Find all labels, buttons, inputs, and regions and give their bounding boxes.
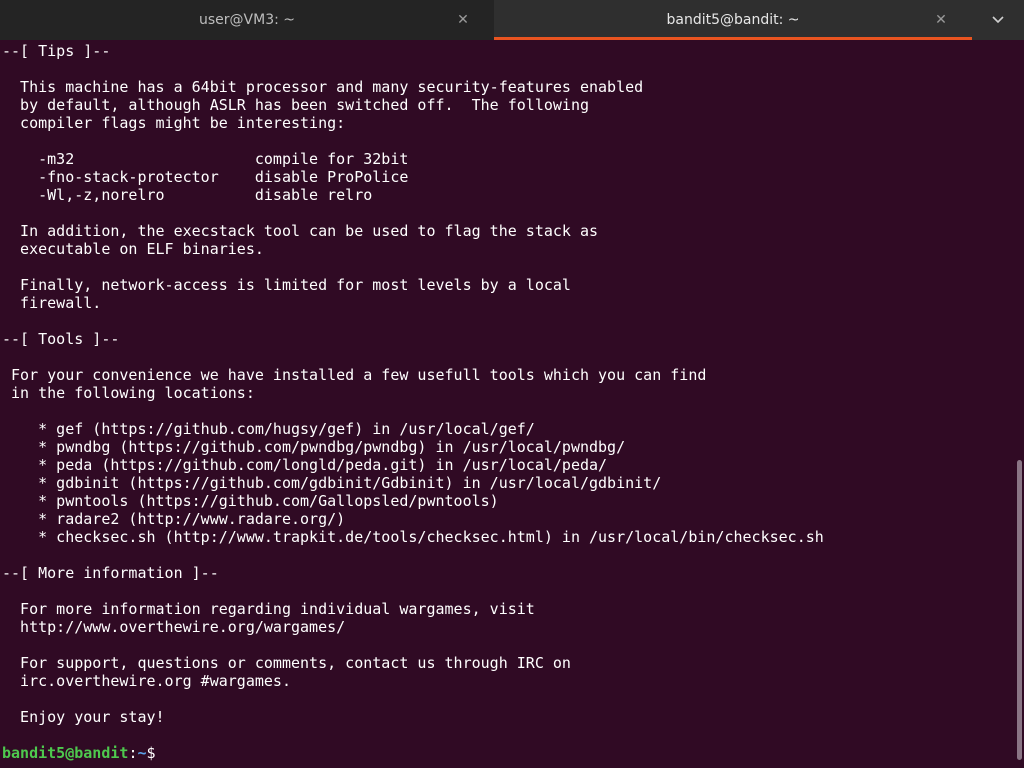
terminal-line: compiler flags might be interesting: xyxy=(2,114,346,132)
terminal-line: In addition, the execstack tool can be u… xyxy=(2,222,599,240)
terminal-line: -m32 compile for 32bit xyxy=(2,150,409,168)
terminal-output[interactable]: --[ Tips ]-- This machine has a 64bit pr… xyxy=(0,40,1014,768)
terminal-line: Finally, network-access is limited for m… xyxy=(2,276,571,294)
tab-bar: user@VM3: ~ ✕ bandit5@bandit: ~ ✕ xyxy=(0,0,1024,40)
terminal-line: -Wl,-z,norelro disable relro xyxy=(2,186,373,204)
terminal-line: * pwndbg (https://github.com/pwndbg/pwnd… xyxy=(2,438,626,456)
terminal-line: For more information regarding individua… xyxy=(2,600,535,618)
terminal-window: user@VM3: ~ ✕ bandit5@bandit: ~ ✕ --[ Ti… xyxy=(0,0,1024,768)
tab-title: bandit5@bandit: ~ xyxy=(666,12,800,28)
chevron-down-icon xyxy=(992,16,1004,24)
terminal-line: For your convenience we have installed a… xyxy=(2,366,707,384)
terminal-text: --[ Tips ]-- This machine has a 64bit pr… xyxy=(2,42,824,762)
tab-user-vm3[interactable]: user@VM3: ~ ✕ xyxy=(0,0,494,40)
close-icon[interactable]: ✕ xyxy=(932,11,950,29)
terminal-line: * gdbinit (https://github.com/gdbinit/Gd… xyxy=(2,474,662,492)
prompt-path: ~ xyxy=(137,744,147,762)
terminal-line: executable on ELF binaries. xyxy=(2,240,264,258)
terminal-line: * radare2 (http://www.radare.org/) xyxy=(2,510,346,528)
terminal-line: irc.overthewire.org #wargames. xyxy=(2,672,291,690)
tab-title: user@VM3: ~ xyxy=(199,12,295,28)
tab-menu-button[interactable] xyxy=(972,0,1024,40)
shell-prompt[interactable]: bandit5@bandit:~$ xyxy=(2,744,824,762)
scrollbar-thumb[interactable] xyxy=(1017,460,1022,760)
terminal-line: * checksec.sh (http://www.trapkit.de/too… xyxy=(2,528,824,546)
close-icon[interactable]: ✕ xyxy=(454,11,472,29)
terminal-line: in the following locations: xyxy=(2,384,255,402)
cursor xyxy=(165,745,174,761)
terminal-line: by default, although ASLR has been switc… xyxy=(2,96,589,114)
terminal-line: firewall. xyxy=(2,294,102,312)
terminal-line: --[ More information ]-- xyxy=(2,564,219,582)
terminal-line: * gef (https://github.com/hugsy/gef) in … xyxy=(2,420,535,438)
prompt-symbol: $ xyxy=(146,744,165,762)
prompt-user-host: bandit5@bandit xyxy=(2,744,129,762)
tab-bandit5[interactable]: bandit5@bandit: ~ ✕ xyxy=(494,0,972,40)
terminal-line: * peda (https://github.com/longld/peda.g… xyxy=(2,456,608,474)
terminal-line: * pwntools (https://github.com/Gallopsle… xyxy=(2,492,499,510)
terminal-line: --[ Tools ]-- xyxy=(2,330,120,348)
terminal-line: --[ Tips ]-- xyxy=(2,42,111,60)
terminal-line: -fno-stack-protector disable ProPolice xyxy=(2,168,409,186)
terminal-line: For support, questions or comments, cont… xyxy=(2,654,571,672)
terminal-line: Enjoy your stay! xyxy=(2,708,165,726)
terminal-line: This machine has a 64bit processor and m… xyxy=(2,78,644,96)
terminal-line: http://www.overthewire.org/wargames/ xyxy=(2,618,346,636)
scrollbar[interactable] xyxy=(1014,40,1024,768)
